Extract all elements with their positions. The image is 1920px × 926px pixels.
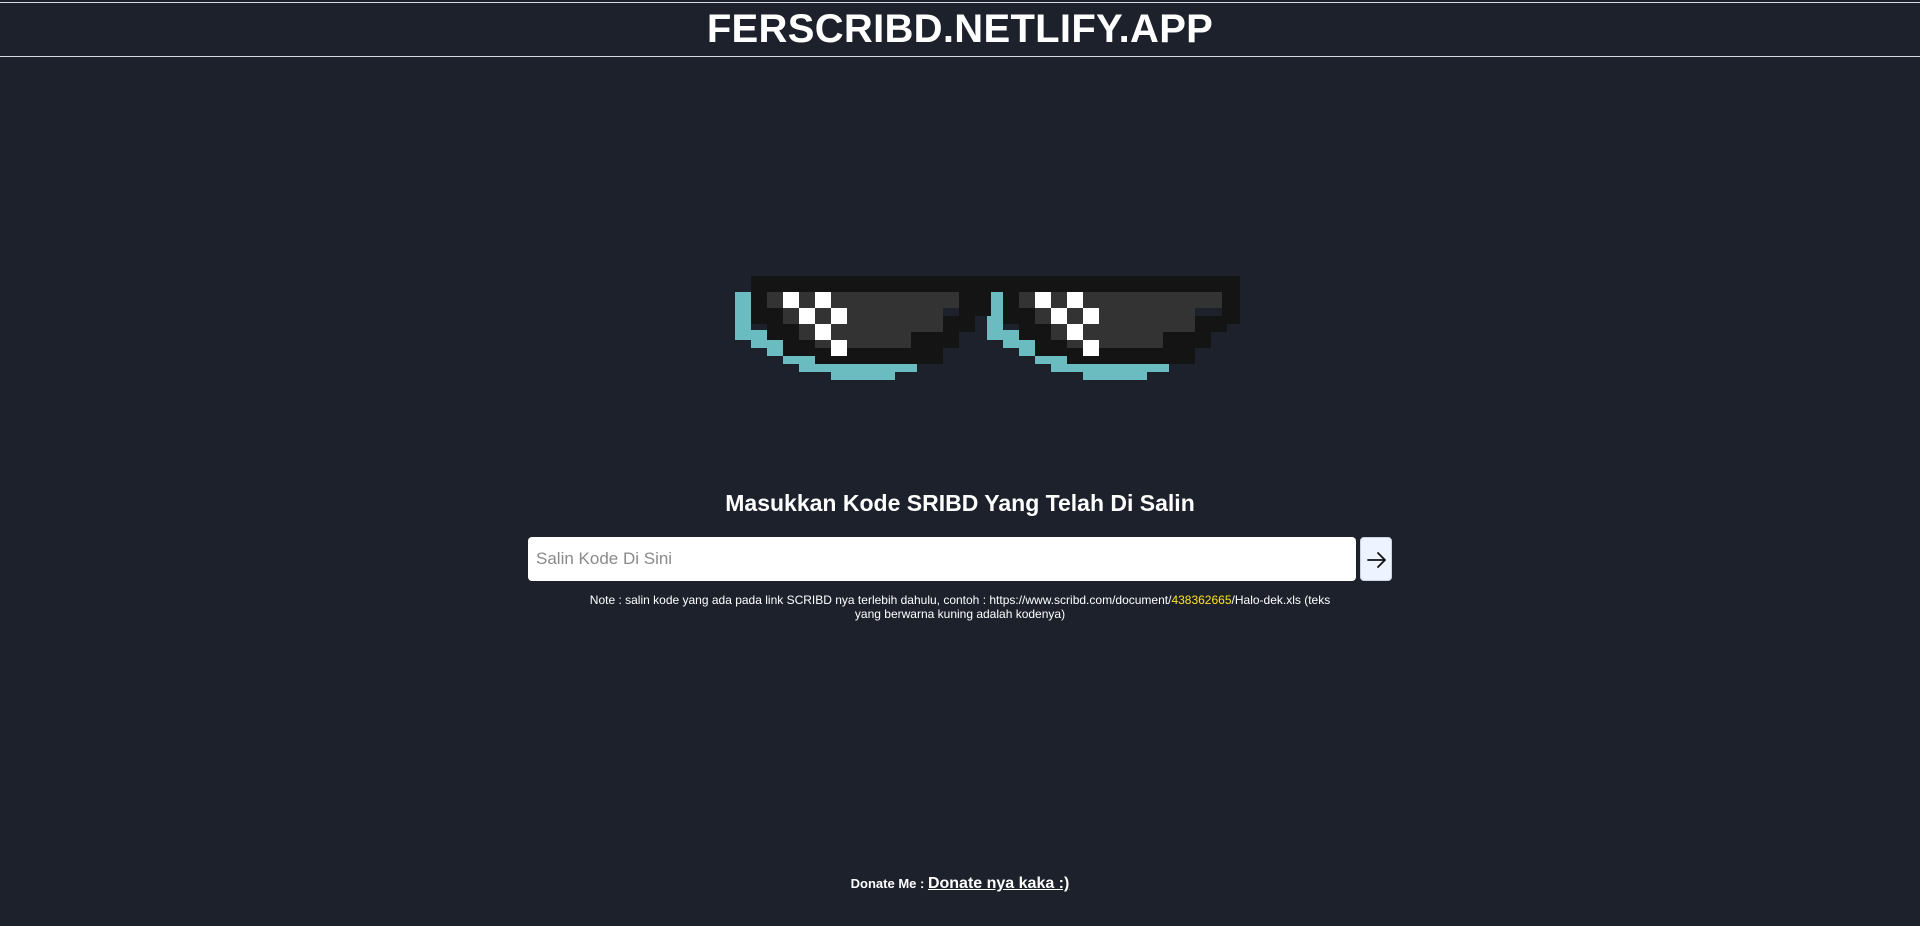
donate-footer: Donate Me : Donate nya kaka :) — [0, 875, 1920, 893]
donate-link[interactable]: Donate nya kaka :) — [928, 875, 1069, 892]
site-title: FERSCRIBD.NETLIFY.APP — [706, 7, 1214, 51]
code-input[interactable] — [528, 537, 1356, 581]
code-form — [528, 537, 1392, 581]
example-code-highlight: 438362665 — [1171, 593, 1232, 607]
arrow-right-icon — [1367, 552, 1386, 568]
page: FERSCRIBD.NETLIFY.APP Masukkan Kode SRIB… — [0, 0, 1920, 926]
donate-label: Donate Me : — [850, 876, 925, 891]
form-heading: Masukkan Kode SRIBD Yang Telah Di Salin — [725, 490, 1195, 516]
site-header: FERSCRIBD.NETLIFY.APP — [0, 3, 1920, 57]
instruction-note: Note : salin kode yang ada pada link SCR… — [580, 593, 1340, 621]
note-text: Note : salin kode yang ada pada link SCR… — [589, 593, 1172, 607]
submit-button[interactable] — [1360, 537, 1392, 581]
pixel-sunglasses-icon — [735, 275, 1240, 402]
